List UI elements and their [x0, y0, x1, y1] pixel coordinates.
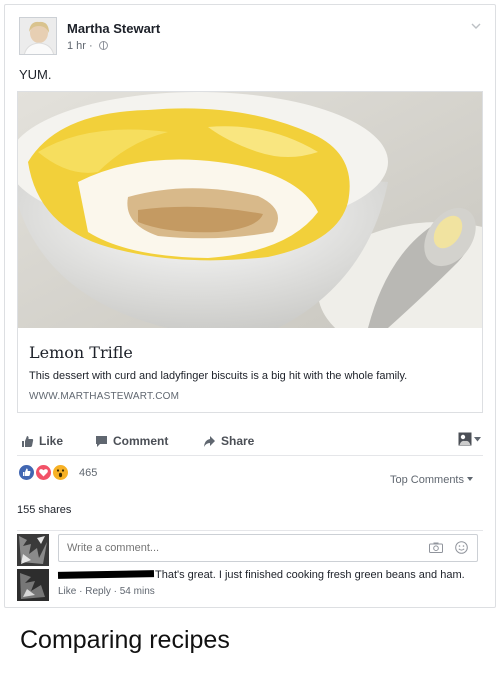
reaction-count[interactable]: 465: [79, 467, 97, 479]
meme-caption: Comparing recipes: [20, 626, 230, 654]
share-arrow-icon: [204, 435, 215, 447]
page-avatar[interactable]: [19, 17, 57, 55]
chevron-down-icon[interactable]: [471, 21, 481, 31]
post-header: Martha Stewart 1 hr ·: [19, 17, 483, 57]
thumbs-up-icon: [22, 435, 34, 447]
share-label: Share: [221, 434, 255, 448]
post-text: YUM.: [19, 67, 52, 82]
action-bar: Like Comment Share: [17, 426, 483, 456]
author-name[interactable]: Martha Stewart: [67, 21, 160, 36]
preview-description: This dessert with curd and ladyfinger bi…: [29, 370, 408, 382]
share-button[interactable]: Share: [203, 434, 254, 448]
globe-icon: [98, 41, 108, 50]
comment-dot: ·: [79, 586, 83, 597]
comment: That's great. I just finished cooking fr…: [17, 568, 483, 604]
comment-label: Comment: [113, 434, 169, 448]
post-time[interactable]: 1 hr: [67, 40, 86, 52]
preview-domain: WWW.MARTHASTEWART.COM: [29, 391, 180, 402]
like-reaction-icon[interactable]: [19, 465, 34, 480]
preview-title[interactable]: Lemon Trifle: [29, 343, 133, 362]
preview-image[interactable]: [18, 92, 482, 328]
comment-like-link[interactable]: Like: [58, 586, 76, 597]
profile-picker-icon: [458, 432, 472, 446]
reactions-bar: 465 Top Comments: [17, 463, 483, 487]
love-reaction-icon[interactable]: [36, 465, 51, 480]
redacted-commenter-name: [57, 570, 155, 579]
comment-time[interactable]: 54 mins: [120, 586, 155, 597]
caret-down-icon: [474, 436, 481, 441]
comment-composer: [17, 530, 483, 566]
viewer-avatar: [17, 534, 49, 566]
top-comments-sort[interactable]: Top Comments: [390, 474, 473, 486]
comment-input[interactable]: [58, 534, 478, 562]
camera-icon[interactable]: [429, 542, 443, 553]
comment-text: That's great. I just finished cooking fr…: [155, 569, 465, 581]
link-preview[interactable]: Lemon Trifle This dessert with curd and …: [17, 91, 483, 413]
like-button[interactable]: Like: [21, 434, 63, 448]
shares-count[interactable]: 155 shares: [17, 504, 71, 516]
post-meta: 1 hr ·: [67, 40, 108, 52]
wow-reaction-icon[interactable]: [53, 465, 68, 480]
comment-actions: Like · Reply · 54 mins: [58, 586, 155, 597]
emoji-icon[interactable]: [455, 541, 468, 554]
comment-dot: ·: [113, 586, 117, 597]
audience-selector[interactable]: [458, 432, 481, 446]
meta-separator: ·: [89, 40, 93, 52]
comment-reply-link[interactable]: Reply: [85, 586, 111, 597]
comment-button[interactable]: Comment: [95, 434, 168, 448]
commenter-avatar[interactable]: [17, 569, 49, 601]
comment-icon: [96, 435, 107, 447]
like-label: Like: [39, 434, 64, 448]
